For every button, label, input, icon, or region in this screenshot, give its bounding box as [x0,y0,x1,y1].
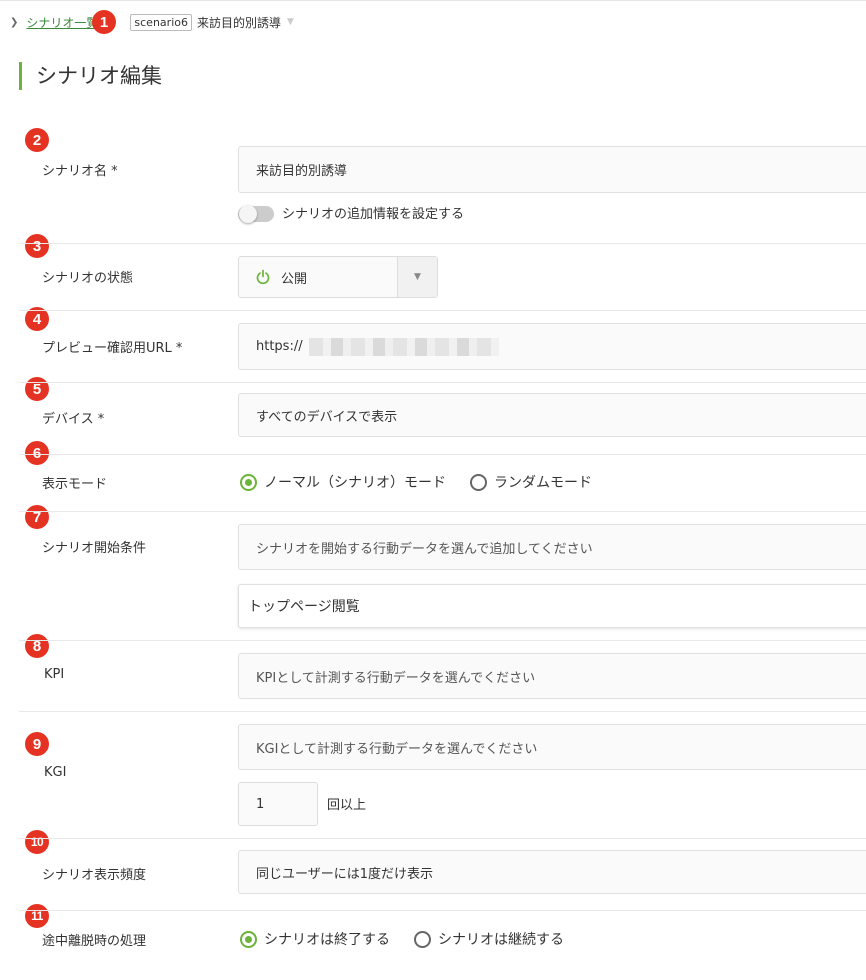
section-divider [19,310,866,311]
section-divider [19,243,866,244]
toggle-knob [239,205,257,223]
radio-end-scenario[interactable]: シナリオは終了する [240,929,390,949]
radio-random-mode-label: ランダムモード [494,475,592,491]
display-frequency-select[interactable]: 同じユーザーには1度だけ表示 [238,850,866,894]
start-condition-selector[interactable]: シナリオを開始する行動データを選んで追加してください [238,524,866,570]
section-divider [19,910,866,911]
breadcrumb: ❯ シナリオ一覧 scenario6 来訪目的別誘導 ▼ [10,12,294,32]
section-divider [19,711,866,712]
chevron-right-icon: ❯ [10,16,19,28]
kgi-count-suffix: 回以上 [327,798,367,813]
radio-random-mode[interactable]: ランダムモード [470,472,592,492]
annotation-badge-1: 1 [92,10,116,34]
display-frequency-label: シナリオ表示頻度 [42,868,147,883]
scenario-status-select[interactable]: 公開 ▼ [238,256,438,298]
section-divider [19,640,866,641]
caret-down-icon[interactable]: ▼ [397,257,437,297]
caret-down-icon[interactable]: ▼ [287,17,294,27]
radio-button[interactable] [470,473,487,491]
radio-button-selected[interactable] [240,473,257,491]
exit-handling-radio-group: シナリオは終了する シナリオは継続する [240,929,564,949]
start-condition-label: シナリオ開始条件 [42,541,147,556]
annotation-badge-7: 7 [25,505,49,529]
kgi-selector[interactable]: KGIとして計測する行動データを選んでください [238,724,866,770]
section-divider [19,454,866,455]
kpi-selector[interactable]: KPIとして計測する行動データを選んでください [238,653,866,699]
additional-info-toggle[interactable] [238,205,274,223]
scenario-id-tag: scenario6 [130,13,192,31]
annotation-badge-5: 5 [25,377,49,401]
status-value-text: 公開 [281,271,308,287]
radio-normal-mode-label: ノーマル（シナリオ）モード [264,475,446,491]
breadcrumb-scenario-title: 来訪目的別誘導 [196,15,281,30]
section-divider [19,382,866,383]
radio-end-scenario-label: シナリオは終了する [264,932,390,948]
scenario-status-label: シナリオの状態 [42,271,134,286]
annotation-badge-6: 6 [25,441,49,465]
preview-url-input[interactable]: https:// [238,323,866,370]
section-divider [19,511,866,512]
top-border [0,0,866,1]
scenario-name-input[interactable]: 来訪目的別誘導 [238,146,866,193]
display-mode-label: 表示モード [42,477,108,492]
preview-url-label: プレビュー確認用URL * [42,341,183,356]
breadcrumb-scenario-list-link[interactable]: シナリオ一覧 [26,14,98,31]
redacted-url [308,337,499,356]
kgi-label: KGI [44,765,67,780]
annotation-badge-2: 2 [25,128,49,152]
start-condition-item[interactable]: トップページ閲覧 [238,584,866,628]
additional-info-toggle-label: シナリオの追加情報を設定する [282,207,465,222]
annotation-badge-3: 3 [25,234,49,258]
display-mode-radio-group: ノーマル（シナリオ）モード ランダムモード [240,472,592,492]
annotation-badge-11: 11 [25,904,49,928]
radio-button[interactable] [414,930,431,948]
device-label: デバイス * [42,412,105,427]
section-divider [19,838,866,839]
power-icon [256,269,270,285]
radio-normal-mode[interactable]: ノーマル（シナリオ）モード [240,472,446,492]
radio-continue-scenario-label: シナリオは継続する [438,932,564,948]
status-select-value[interactable]: 公開 [239,257,397,297]
radio-button-selected[interactable] [240,930,257,948]
radio-continue-scenario[interactable]: シナリオは継続する [414,929,564,949]
preview-url-value: https:// [256,339,303,354]
kgi-count-input[interactable]: 1 [238,782,318,826]
device-select[interactable]: すべてのデバイスで表示 [238,393,866,437]
kpi-label: KPI [44,667,65,682]
annotation-badge-9: 9 [25,732,49,756]
annotation-badge-10: 10 [25,830,49,854]
scenario-name-label: シナリオ名 * [42,164,118,179]
annotation-badge-8: 8 [25,634,49,658]
exit-handling-label: 途中離脱時の処理 [42,934,147,949]
page-title: シナリオ編集 [19,62,162,90]
